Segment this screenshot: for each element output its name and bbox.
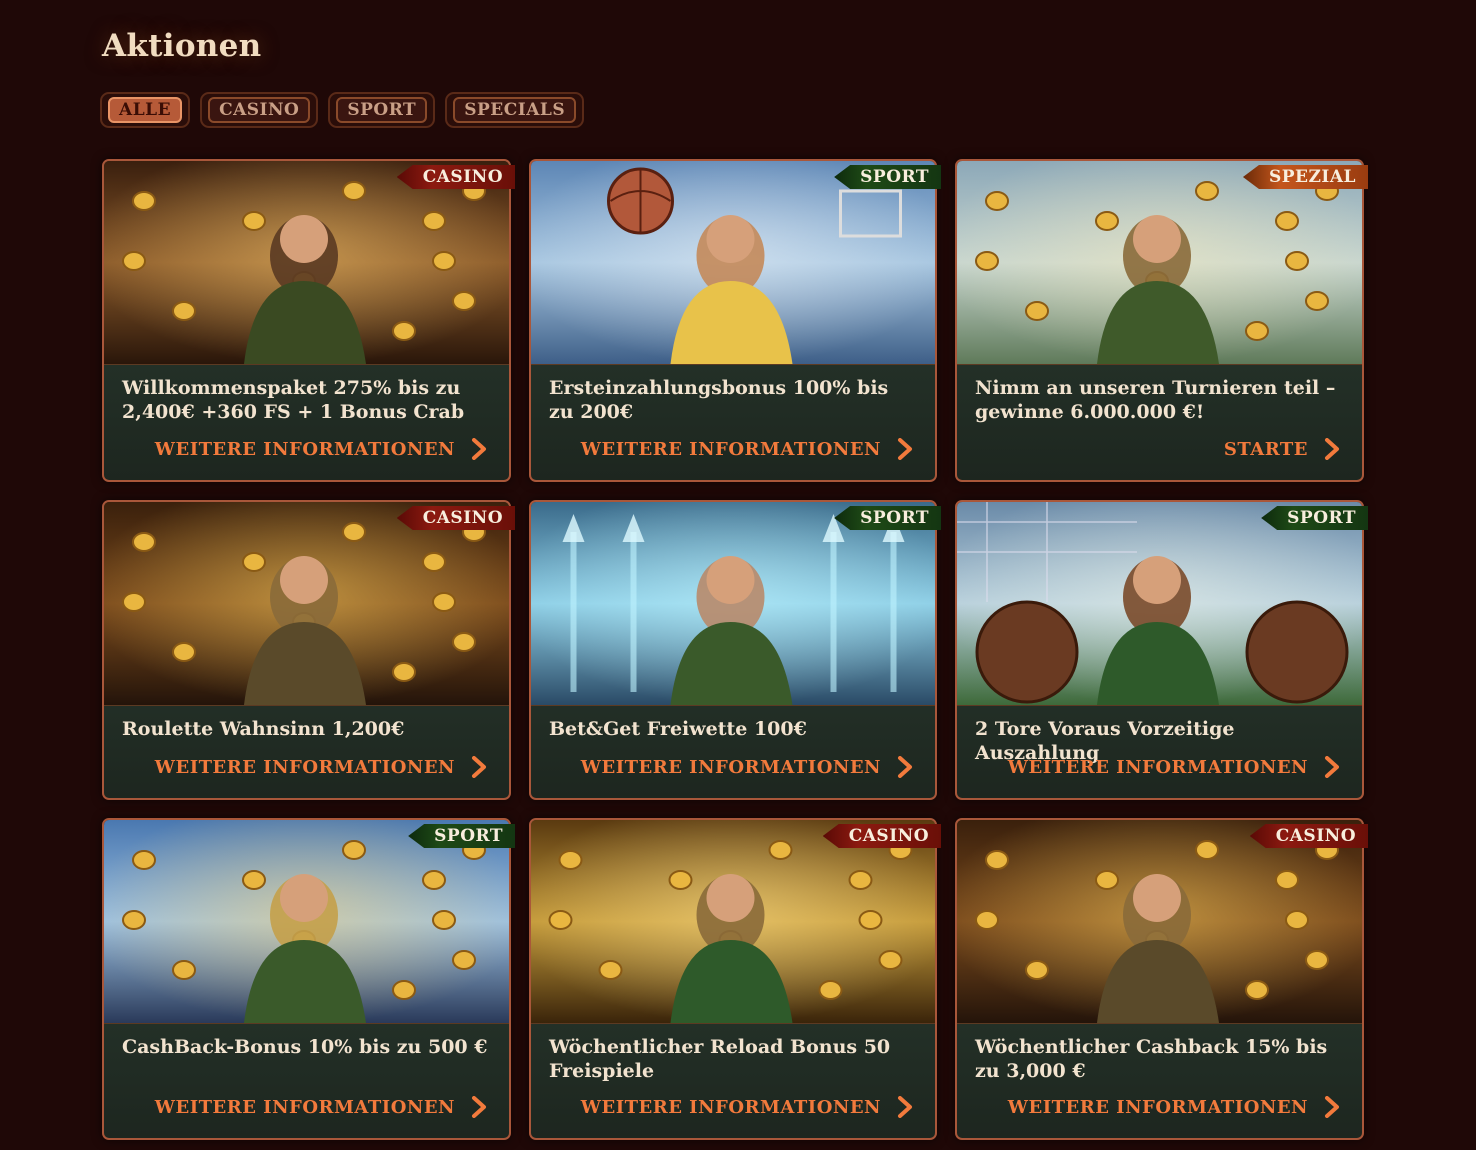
promo-image	[104, 820, 509, 1024]
promo-cta-link[interactable]: WEITERE INFORMATIONEN	[155, 438, 487, 460]
promo-card[interactable]: SPORT Ersteinzahlungsbonus 100% bis zu 2…	[529, 159, 941, 482]
promo-image	[531, 820, 935, 1024]
category-tag: SPORT	[834, 165, 941, 189]
cta-label: STARTE	[1223, 438, 1308, 460]
page-title: Aktionen	[102, 28, 262, 64]
filter-bar: ALLE CASINO SPORT SPECIALS	[100, 92, 585, 128]
filter-casino[interactable]: CASINO	[200, 92, 319, 128]
promo-cta-link[interactable]: WEITERE INFORMATIONEN	[1008, 1096, 1340, 1118]
promo-card[interactable]: CASINO Roulette Wahnsinn 1,200€ WEITERE …	[102, 500, 515, 800]
promo-title: Wöchentlicher Reload Bonus 50 Freispiele	[549, 1036, 891, 1082]
cta-label: WEITERE INFORMATIONEN	[580, 1096, 881, 1118]
filter-label: CASINO	[208, 97, 311, 123]
promo-title: Roulette Wahnsinn 1,200€	[122, 718, 405, 740]
category-tag: CASINO	[396, 165, 515, 189]
cta-label: WEITERE INFORMATIONEN	[154, 438, 455, 460]
category-tag: CASINO	[822, 824, 941, 848]
promo-image	[957, 161, 1362, 365]
filter-sport[interactable]: SPORT	[328, 92, 436, 128]
chevron-right-icon	[1325, 756, 1339, 778]
promo-title: Nimm an unseren Turnieren teil – gewinne…	[975, 377, 1336, 423]
cta-label: WEITERE INFORMATIONEN	[154, 756, 455, 778]
promo-card[interactable]: CASINO Wöchentlicher Reload Bonus 50 Fre…	[529, 818, 941, 1140]
promo-title: CashBack-Bonus 10% bis zu 500 €	[122, 1036, 488, 1058]
cta-label: WEITERE INFORMATIONEN	[1007, 756, 1308, 778]
promo-title: Ersteinzahlungsbonus 100% bis zu 200€	[549, 377, 889, 423]
promo-card[interactable]: SPORT 2 Tore Voraus Vorzeitige Auszahlun…	[955, 500, 1368, 800]
category-tag: SPEZIAL	[1242, 165, 1368, 189]
promo-cta-link[interactable]: WEITERE INFORMATIONEN	[155, 756, 487, 778]
filter-label: ALLE	[108, 97, 183, 123]
category-tag: SPORT	[408, 824, 515, 848]
promo-card[interactable]: SPEZIAL Nimm an unseren Turnieren teil –…	[955, 159, 1368, 482]
chevron-right-icon	[898, 1096, 912, 1118]
promo-cta-link[interactable]: WEITERE INFORMATIONEN	[581, 1096, 913, 1118]
chevron-right-icon	[1325, 1096, 1339, 1118]
promo-cta-link[interactable]: WEITERE INFORMATIONEN	[155, 1096, 487, 1118]
category-tag: CASINO	[396, 506, 515, 530]
filter-all[interactable]: ALLE	[100, 92, 191, 128]
promo-image	[531, 502, 935, 706]
chevron-right-icon	[472, 438, 486, 460]
promo-card[interactable]: CASINO Wöchentlicher Cashback 15% bis zu…	[955, 818, 1368, 1140]
promo-title: Willkommenspaket 275% bis zu 2,400€ +360…	[122, 377, 465, 423]
chevron-right-icon	[898, 756, 912, 778]
promo-cta-link[interactable]: STARTE	[1224, 438, 1340, 460]
promo-title: Wöchentlicher Cashback 15% bis zu 3,000 …	[975, 1036, 1328, 1082]
promotions-grid: CASINO Willkommenspaket 275% bis zu 2,40…	[102, 159, 1368, 1140]
category-tag: CASINO	[1249, 824, 1368, 848]
promo-image	[531, 161, 935, 365]
promo-card[interactable]: SPORT CashBack-Bonus 10% bis zu 500 € WE…	[102, 818, 515, 1140]
promo-card[interactable]: SPORT Bet&Get Freiwette 100€ WEITERE INF…	[529, 500, 941, 800]
filter-specials[interactable]: SPECIALS	[445, 92, 585, 128]
promo-title: Bet&Get Freiwette 100€	[549, 718, 807, 740]
promo-cta-link[interactable]: WEITERE INFORMATIONEN	[1008, 756, 1340, 778]
chevron-right-icon	[472, 1096, 486, 1118]
chevron-right-icon	[1325, 438, 1339, 460]
cta-label: WEITERE INFORMATIONEN	[580, 438, 881, 460]
promo-cta-link[interactable]: WEITERE INFORMATIONEN	[581, 756, 913, 778]
promo-image	[957, 502, 1362, 706]
cta-label: WEITERE INFORMATIONEN	[580, 756, 881, 778]
promo-image	[104, 161, 509, 365]
category-tag: SPORT	[1261, 506, 1368, 530]
promo-cta-link[interactable]: WEITERE INFORMATIONEN	[581, 438, 913, 460]
promo-image	[104, 502, 509, 706]
cta-label: WEITERE INFORMATIONEN	[1007, 1096, 1308, 1118]
promo-card[interactable]: CASINO Willkommenspaket 275% bis zu 2,40…	[102, 159, 515, 482]
filter-label: SPECIALS	[453, 97, 577, 123]
promo-image	[957, 820, 1362, 1024]
category-tag: SPORT	[834, 506, 941, 530]
filter-label: SPORT	[336, 97, 428, 123]
chevron-right-icon	[898, 438, 912, 460]
cta-label: WEITERE INFORMATIONEN	[154, 1096, 455, 1118]
chevron-right-icon	[472, 756, 486, 778]
